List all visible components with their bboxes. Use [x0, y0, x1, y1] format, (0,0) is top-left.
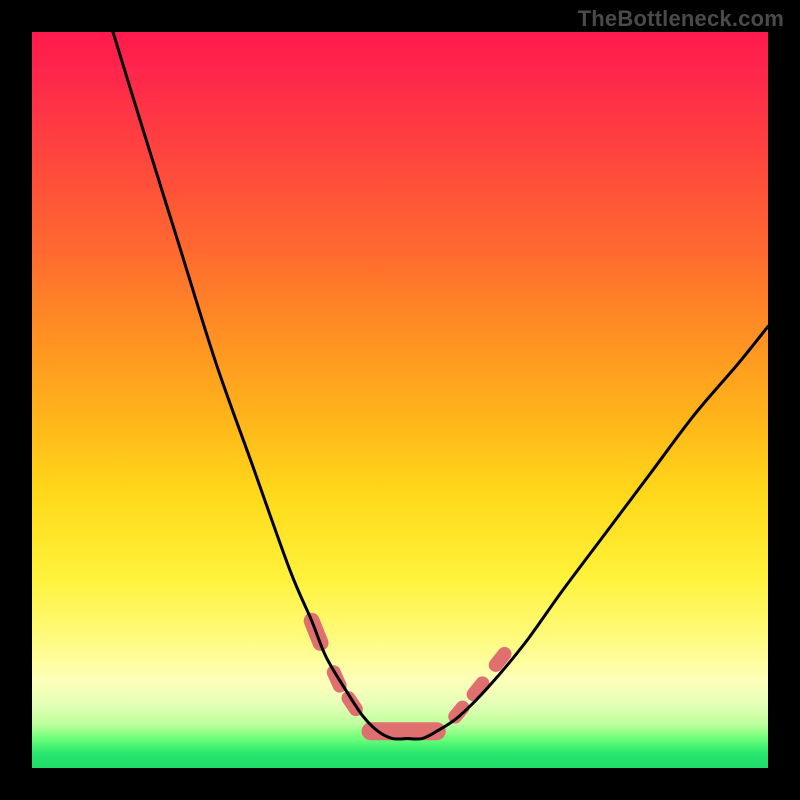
chart-svg: [32, 32, 768, 768]
watermark-text: TheBottleneck.com: [578, 6, 784, 32]
marker-segment: [496, 654, 505, 665]
chart-frame: TheBottleneck.com: [0, 0, 800, 800]
marker-layer: [312, 621, 505, 731]
bottleneck-curve: [113, 32, 768, 739]
plot-area: [32, 32, 768, 768]
